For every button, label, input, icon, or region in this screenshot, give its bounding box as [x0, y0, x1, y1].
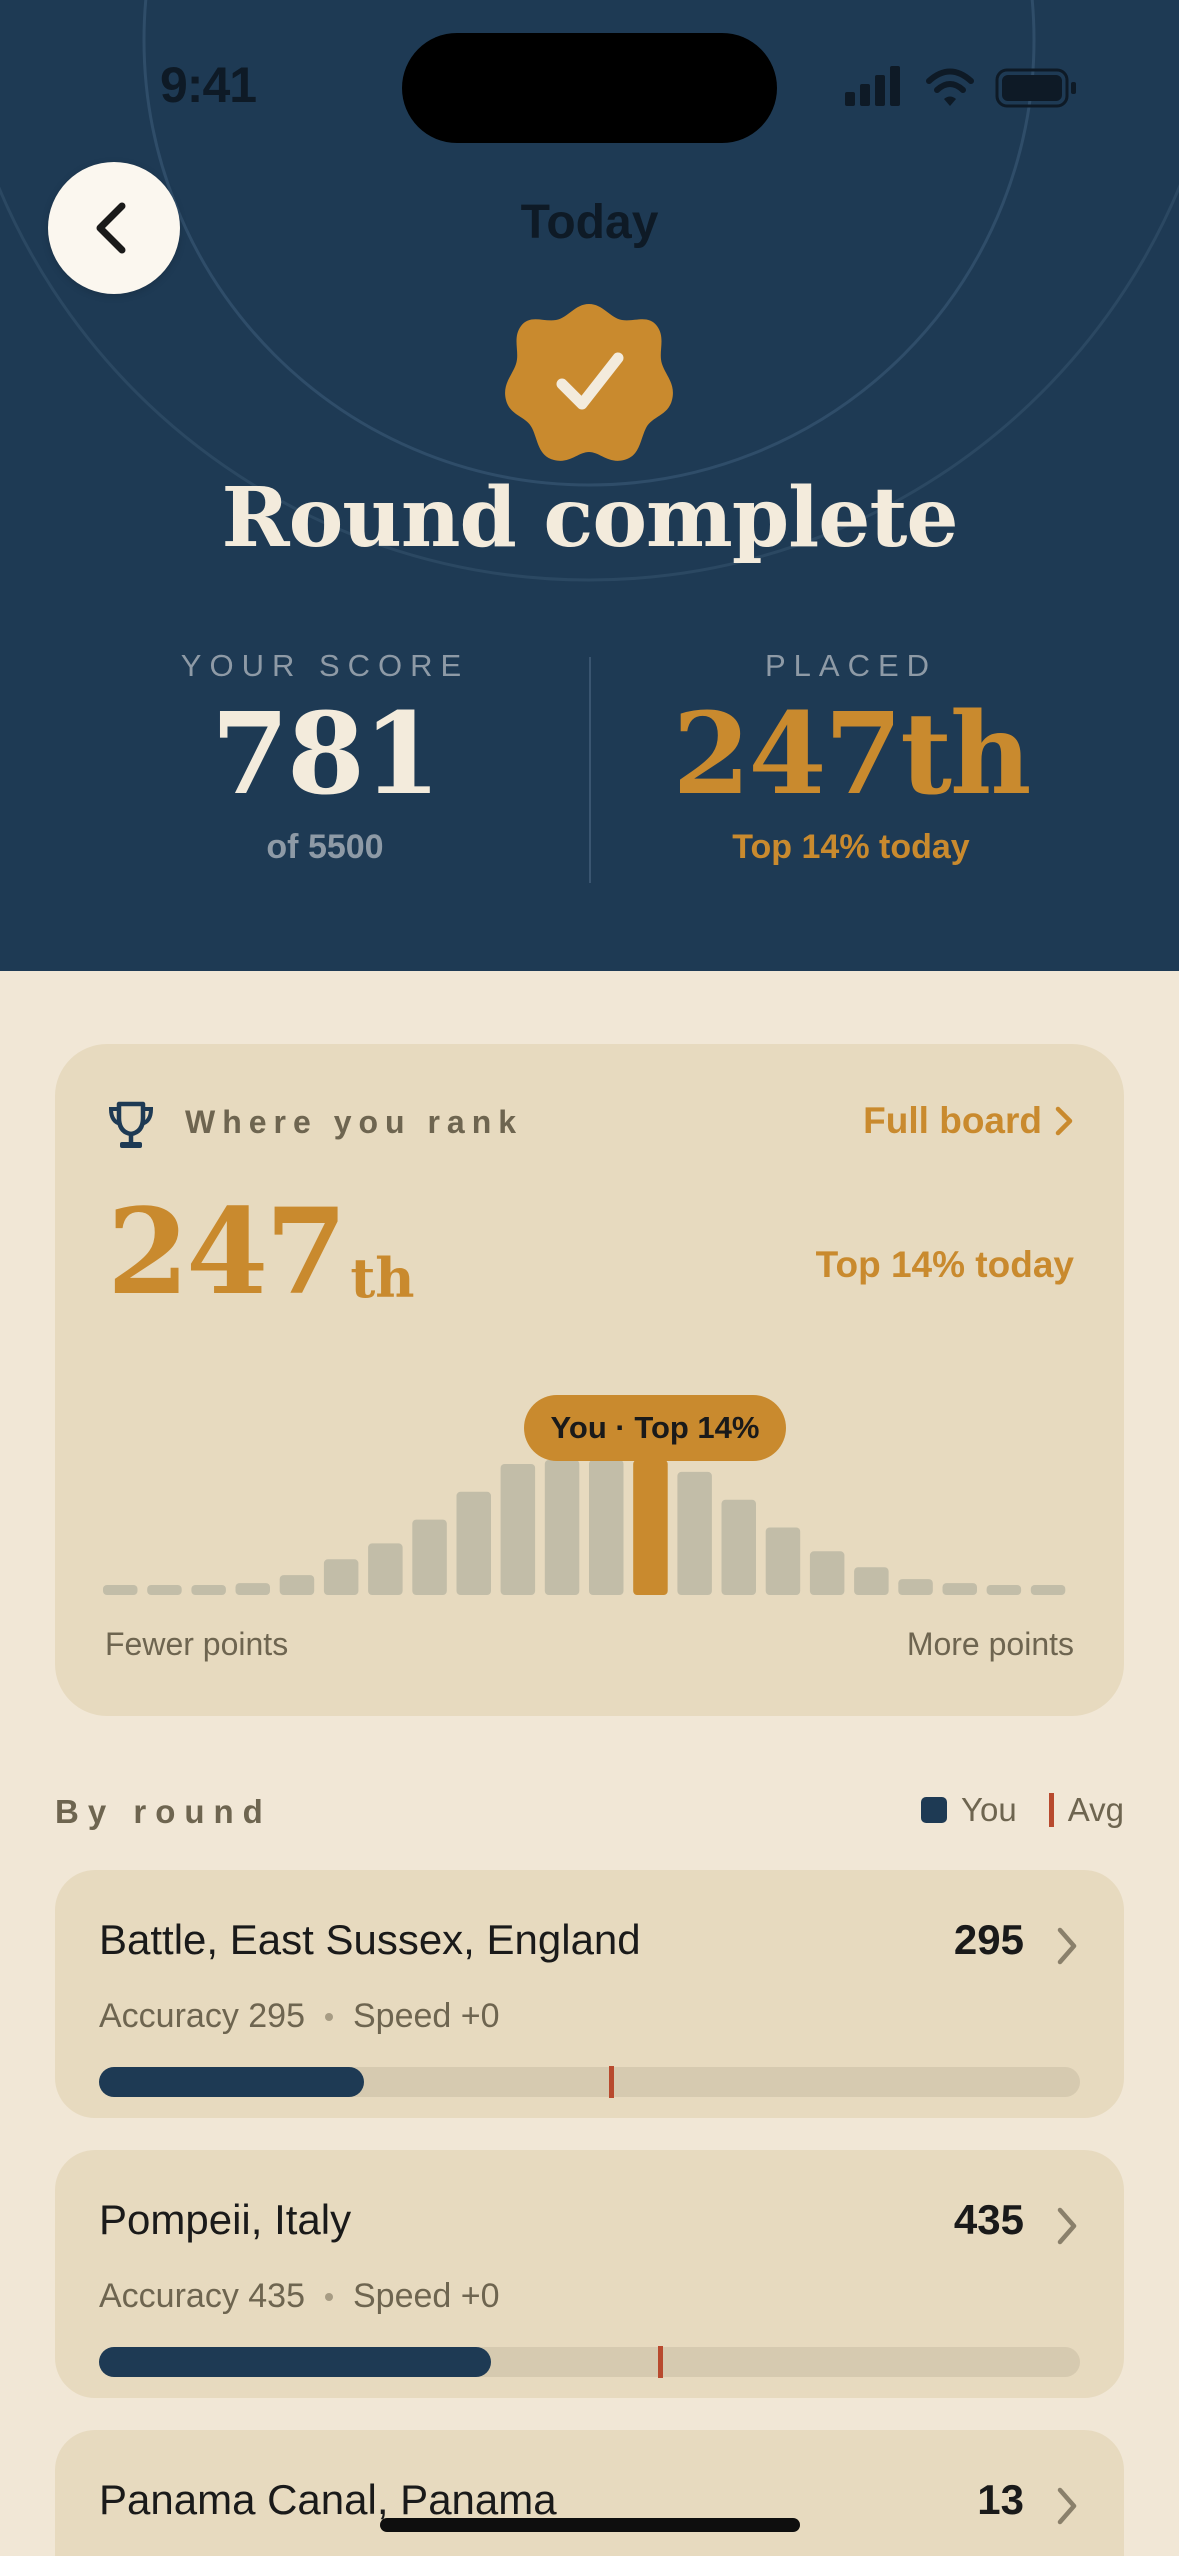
- you-score-fill: [99, 2347, 492, 2377]
- you-bar: [633, 1460, 668, 1595]
- round-speed: Speed +0: [353, 2277, 500, 2315]
- score-total: of 5500: [266, 828, 384, 866]
- legend-you-label: You: [961, 1791, 1017, 1828]
- results-screen: 9:41 Today Round complete YOUR SCORE 781…: [0, 0, 1179, 2556]
- histogram-bar: [500, 1464, 536, 1595]
- histogram-bar: [1030, 1585, 1066, 1595]
- histogram-bar: [809, 1551, 845, 1595]
- separator-dot: [325, 2292, 333, 2301]
- histogram-bar: [677, 1471, 712, 1595]
- by-round-label: By round: [55, 1793, 272, 1830]
- score-value: 781: [211, 689, 441, 820]
- round-score: 435: [953, 2196, 1024, 2243]
- histogram-bar: [765, 1527, 801, 1595]
- histogram-bar: [456, 1491, 491, 1595]
- histogram-bar: [544, 1460, 580, 1595]
- round-breakdown: Accuracy 295 Speed +0: [99, 1997, 500, 2036]
- page-title: Round complete: [221, 470, 958, 566]
- histogram-bar: [323, 1559, 359, 1595]
- round-legend: You Avg: [921, 1791, 1124, 1829]
- separator-dot: [325, 2012, 333, 2021]
- placed-stat: PLACED 247th Top 14% today: [616, 648, 1086, 867]
- round-location: Panama Canal, Panama: [99, 2476, 557, 2523]
- average-marker: [609, 2066, 615, 2098]
- average-marker: [658, 2346, 664, 2378]
- histogram-bar: [412, 1519, 447, 1595]
- placed-value: 247th: [672, 689, 1032, 820]
- stat-divider: [589, 657, 591, 883]
- legend-avg-swatch: [1048, 1793, 1054, 1827]
- round-score-bar: [99, 2346, 1080, 2378]
- score-label: YOUR SCORE: [180, 648, 470, 683]
- chevron-right-icon: [1057, 2487, 1077, 2525]
- results-header: 9:41 Today Round complete YOUR SCORE 781…: [0, 0, 1179, 971]
- histogram-bar: [942, 1583, 977, 1595]
- legend-avg-label: Avg: [1067, 1791, 1124, 1828]
- histogram-bar: [147, 1585, 182, 1595]
- histogram-bar: [279, 1575, 315, 1595]
- round-location: Pompeii, Italy: [99, 2196, 352, 2243]
- round-card[interactable]: Pompeii, Italy 435 Accuracy 435 Speed +0: [55, 2150, 1124, 2398]
- histogram-bar: [191, 1585, 226, 1595]
- signal-icon: [845, 66, 900, 106]
- wifi-icon: [926, 68, 974, 106]
- histogram-bar: [368, 1543, 403, 1595]
- round-location: Battle, East Sussex, England: [99, 1916, 641, 1963]
- status-time: 9:41: [160, 57, 257, 113]
- rank-card: Where you rank Full board 247th Top 14% …: [55, 1044, 1124, 1716]
- you-marker-pill: You · Top 14%: [524, 1395, 786, 1461]
- round-breakdown: Accuracy 435 Speed +0: [99, 2277, 500, 2316]
- score-distribution-histogram: [103, 1460, 1066, 1595]
- round-accuracy: Accuracy 435: [99, 2277, 305, 2315]
- score-stat: YOUR SCORE 781 of 5500: [90, 648, 560, 867]
- header-tab-label: Today: [520, 196, 659, 249]
- histogram-bar: [103, 1585, 138, 1595]
- legend-you-swatch: [921, 1797, 948, 1823]
- placed-percentile: Top 14% today: [732, 828, 970, 866]
- dynamic-island: [402, 33, 777, 143]
- histogram-bar: [986, 1585, 1022, 1595]
- chevron-right-icon: [1057, 2207, 1077, 2245]
- round-score: 295: [953, 1916, 1024, 1963]
- status-icons: [845, 66, 1076, 108]
- axis-left-label: Fewer points: [105, 1626, 289, 1662]
- chevron-right-icon: [1057, 1927, 1077, 1965]
- you-score-fill: [99, 2067, 364, 2097]
- battery-icon: [995, 68, 1076, 108]
- round-score-bar: [99, 2066, 1080, 2098]
- axis-right-label: More points: [906, 1626, 1074, 1662]
- histogram-bar: [235, 1583, 270, 1595]
- histogram-bar: [721, 1499, 756, 1595]
- round-score: 13: [977, 2476, 1024, 2523]
- checkmark-badge-icon: [505, 304, 673, 461]
- histogram-bar: [854, 1567, 889, 1595]
- round-card[interactable]: Panama Canal, Panama 13: [55, 2430, 1124, 2556]
- histogram-bar: [589, 1460, 624, 1595]
- placed-label: PLACED: [764, 648, 938, 683]
- histogram-bar: [898, 1579, 933, 1595]
- home-indicator: [380, 2518, 800, 2532]
- round-accuracy: Accuracy 295: [99, 1997, 305, 2035]
- round-speed: Speed +0: [353, 1997, 500, 2035]
- round-card[interactable]: Battle, East Sussex, England 295 Accurac…: [55, 1870, 1124, 2118]
